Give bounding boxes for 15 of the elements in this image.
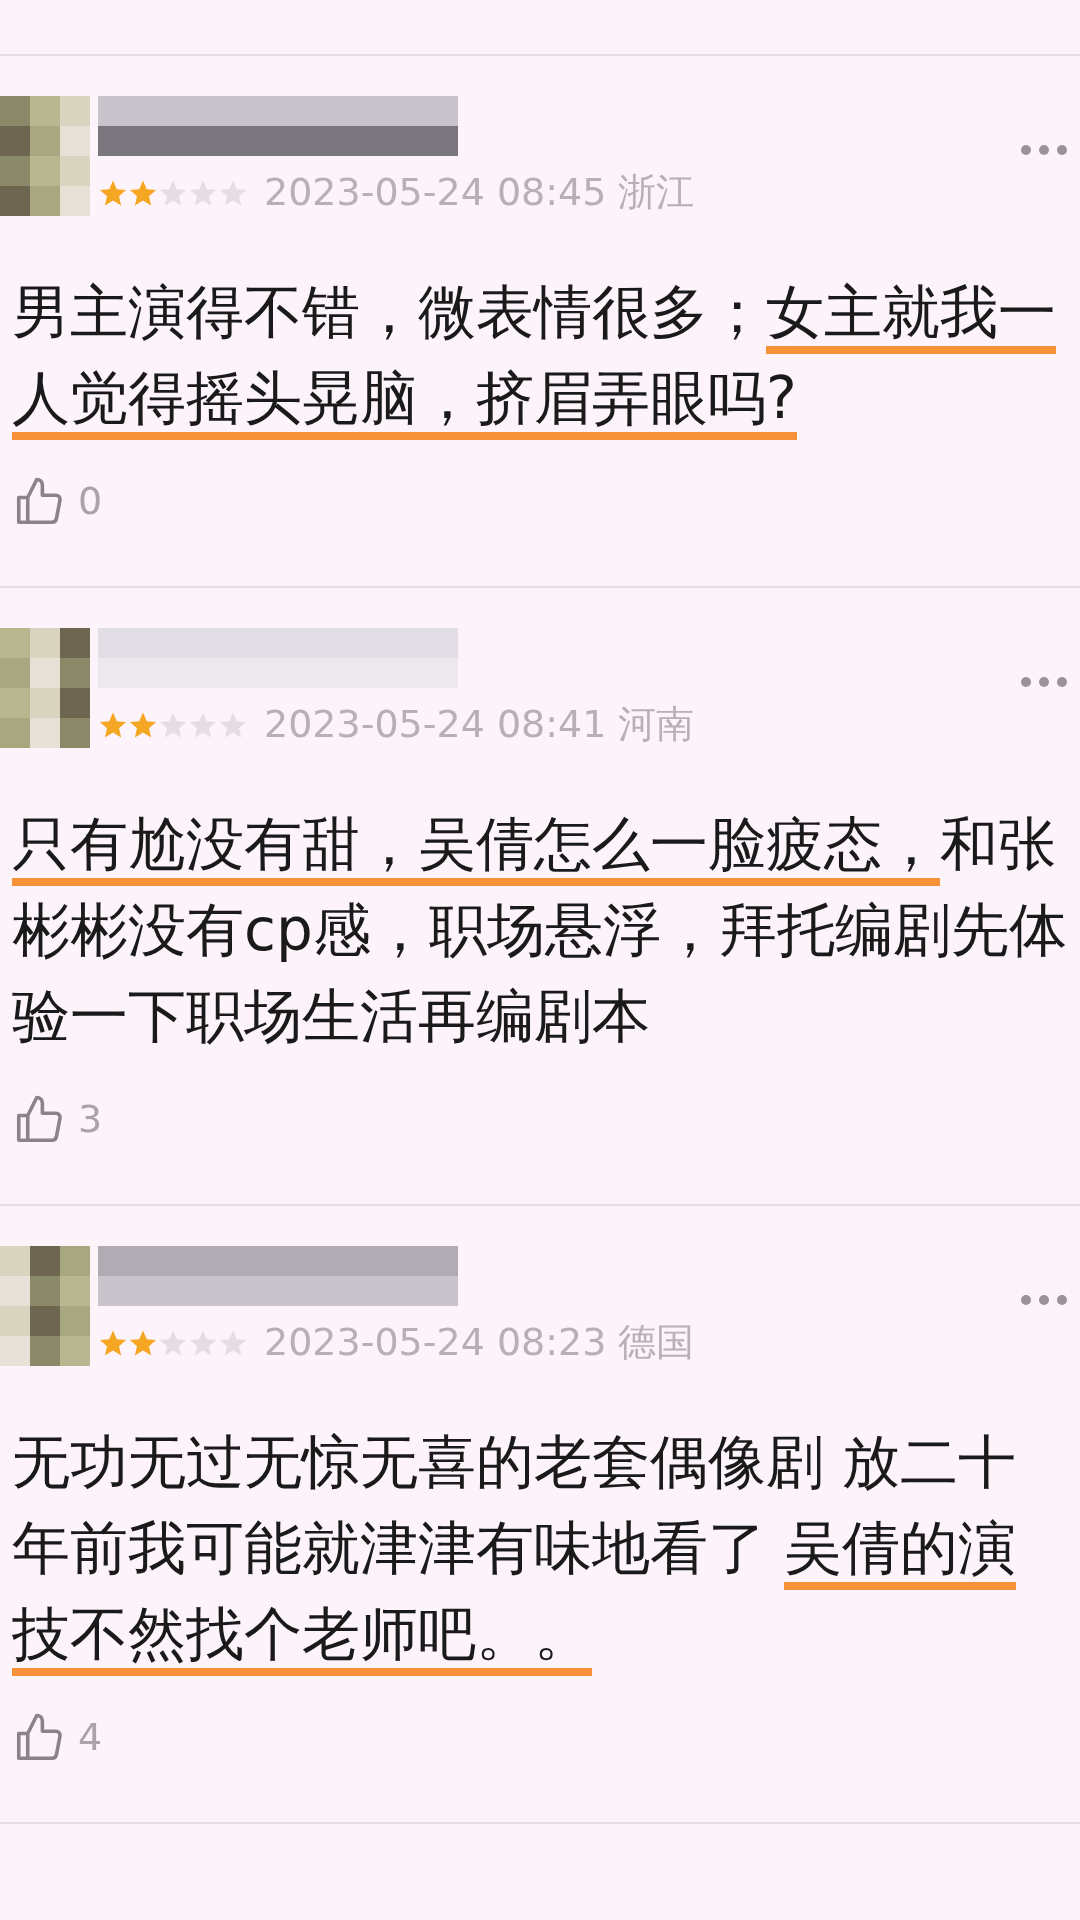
comment-text: 只有尬没有甜，吴倩怎么一脸疲态，和张彬彬没有cp感，职场悬浮，拜托编剧先体验一下职场生活再编剧本 (11, 809, 1068, 1052)
like-count: 0 (78, 478, 103, 525)
like-count: 4 (78, 1714, 103, 1761)
comment-location: 河南 (618, 701, 695, 748)
comment-time: 2023-05-24 08:45 (264, 169, 607, 216)
comment-text: 男主演得不错，微表情很多；女主就我一人觉得摇头晃脑，挤眉弄眼吗? (0, 269, 1080, 441)
more-icon[interactable] (1020, 1294, 1068, 1306)
more-icon[interactable] (1020, 676, 1068, 688)
like-count: 3 (78, 1096, 103, 1143)
more-icon[interactable] (1020, 144, 1068, 156)
comment-time: 2023-05-24 08:41 (264, 701, 607, 748)
comment-location: 浙江 (618, 169, 695, 216)
comment-location: 德国 (618, 1319, 695, 1366)
comment-text: 无功无过无惊无喜的老套偶像剧 放二十年前我可能就津津有味地看了 吴倩的演技不然找个老师吧。。 (0, 1419, 1080, 1677)
comment-time: 2023-05-24 08:23 (264, 1319, 607, 1366)
